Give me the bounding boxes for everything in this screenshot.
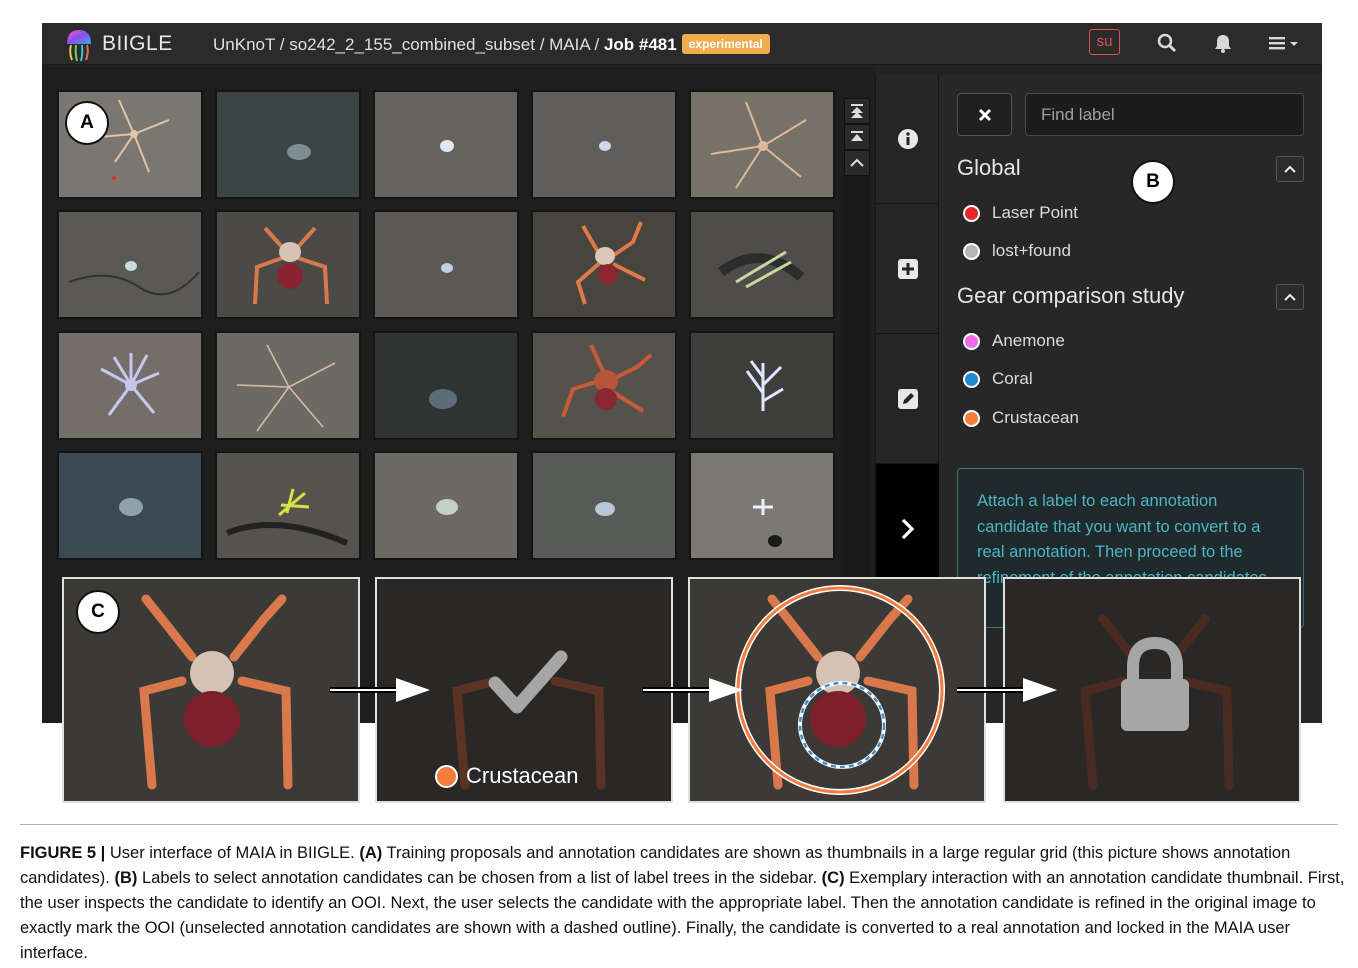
- pencil-square-icon: [898, 388, 918, 409]
- jump-to-top-button[interactable]: [844, 98, 870, 124]
- label-tree-title: Global: [957, 155, 1021, 180]
- caption-label-c: (C): [821, 869, 845, 887]
- caption-label-b: (B): [114, 869, 138, 887]
- tab-add[interactable]: [876, 204, 940, 334]
- label-item[interactable]: Crustacean: [963, 406, 1079, 430]
- annotation-candidate-thumbnail[interactable]: [531, 90, 677, 199]
- user-role-badge[interactable]: su: [1089, 29, 1120, 55]
- label-item[interactable]: Laser Point: [963, 201, 1078, 225]
- figure-marker-c: C: [76, 590, 120, 634]
- label-sidebar: Global Laser Point lost+found Gear compa…: [939, 74, 1322, 723]
- chevron-up-icon: [1284, 293, 1296, 301]
- annotation-candidate-thumbnail[interactable]: [215, 331, 361, 440]
- figure-caption: FIGURE 5 | User interface of MAIA in BII…: [20, 841, 1350, 966]
- annotation-candidate-thumbnail[interactable]: [531, 331, 677, 440]
- bell-icon[interactable]: [1212, 32, 1234, 54]
- selected-label-name: Crustacean: [466, 763, 579, 788]
- annotation-candidate-thumbnail[interactable]: [689, 90, 835, 199]
- annotation-candidate-thumbnail[interactable]: [689, 451, 835, 560]
- plus-square-icon: [898, 258, 918, 279]
- label-tree-title: Gear comparison study: [957, 283, 1185, 308]
- label-name: Coral: [992, 369, 1033, 388]
- figure-marker-b: B: [1131, 160, 1175, 204]
- annotation-candidate-thumbnail[interactable]: [373, 331, 519, 440]
- navbar: BIIGLE UnKnoT / so242_2_155_combined_sub…: [42, 23, 1322, 65]
- menu-icon[interactable]: [1268, 32, 1304, 54]
- biigle-screenshot: BIIGLE UnKnoT / so242_2_155_combined_sub…: [42, 23, 1322, 723]
- annotation-candidate-thumbnail[interactable]: [689, 210, 835, 319]
- label-name: lost+found: [992, 241, 1071, 260]
- label-color-dot: [963, 409, 980, 427]
- figure-marker-a: A: [65, 101, 109, 145]
- breadcrumb-job: Job #481: [603, 35, 677, 54]
- annotation-candidate-thumbnail[interactable]: [57, 331, 203, 440]
- label-color-dot: [435, 764, 458, 788]
- label-item[interactable]: Anemone: [963, 329, 1065, 353]
- label-name: Crustacean: [992, 408, 1079, 427]
- label-item[interactable]: lost+found: [963, 239, 1071, 263]
- caption-label-a: (A): [359, 844, 383, 862]
- chevron-right-icon: [901, 518, 915, 539]
- caption-figure-number: FIGURE 5 |: [20, 844, 106, 862]
- chevron-up-icon: [850, 158, 864, 167]
- annotation-candidate-thumbnail[interactable]: [373, 210, 519, 319]
- annotation-candidate-thumbnail[interactable]: [215, 210, 361, 319]
- selected-label-badge: Crustacean: [435, 763, 579, 789]
- search-icon[interactable]: [1156, 32, 1178, 54]
- brand-name[interactable]: BIIGLE: [102, 32, 173, 56]
- annotation-candidate-thumbnail[interactable]: [57, 210, 203, 319]
- annotation-candidate-thumbnail[interactable]: [689, 331, 835, 440]
- annotation-candidate-thumbnail[interactable]: [57, 451, 203, 560]
- page-up-button[interactable]: [844, 124, 870, 150]
- chevron-up-icon: [1284, 165, 1296, 173]
- close-icon: [978, 108, 991, 121]
- experimental-badge: experimental: [681, 34, 770, 54]
- row-up-button[interactable]: [844, 150, 870, 176]
- find-label-input[interactable]: [1025, 93, 1304, 136]
- breadcrumb: UnKnoT / so242_2_155_combined_subset / M…: [213, 34, 770, 55]
- clear-label-button[interactable]: [957, 93, 1012, 136]
- label-color-dot: [963, 204, 980, 222]
- label-name: Laser Point: [992, 203, 1078, 222]
- help-text-box: Attach a label to each annotation candid…: [957, 468, 1304, 628]
- label-color-dot: [963, 370, 980, 388]
- thumbnail-grid: [42, 66, 875, 723]
- annotation-candidate-thumbnail[interactable]: [215, 90, 361, 199]
- info-icon: [898, 128, 918, 149]
- label-color-dot: [963, 242, 980, 260]
- annotation-candidate-thumbnail[interactable]: [373, 451, 519, 560]
- annotation-candidate-thumbnail[interactable]: [531, 451, 677, 560]
- grid-scroll-controls: [844, 98, 870, 706]
- label-name: Anemone: [992, 331, 1065, 350]
- annotation-candidate-thumbnail[interactable]: [531, 210, 677, 319]
- breadcrumb-path[interactable]: UnKnoT / so242_2_155_combined_subset / M…: [213, 35, 604, 54]
- tab-edit[interactable]: [876, 334, 940, 464]
- jellyfish-logo-icon[interactable]: [64, 28, 94, 62]
- label-item[interactable]: Coral: [963, 367, 1033, 391]
- collapse-tree-button[interactable]: [1276, 156, 1304, 182]
- tab-info[interactable]: [876, 74, 940, 204]
- label-color-dot: [963, 332, 980, 350]
- caption-divider: [20, 824, 1338, 825]
- collapse-tree-button[interactable]: [1276, 284, 1304, 310]
- bar-chevron-up-icon: [851, 131, 863, 141]
- tab-next[interactable]: [876, 464, 940, 594]
- double-chevron-up-icon: [851, 104, 863, 118]
- annotation-candidate-thumbnail[interactable]: [373, 90, 519, 199]
- caption-text-b: Labels to select annotation candidates c…: [137, 869, 822, 887]
- annotation-candidate-thumbnail[interactable]: [215, 451, 361, 560]
- sidebar-tab-strip: [875, 74, 940, 723]
- caption-intro: User interface of MAIA in BIIGLE.: [105, 844, 360, 862]
